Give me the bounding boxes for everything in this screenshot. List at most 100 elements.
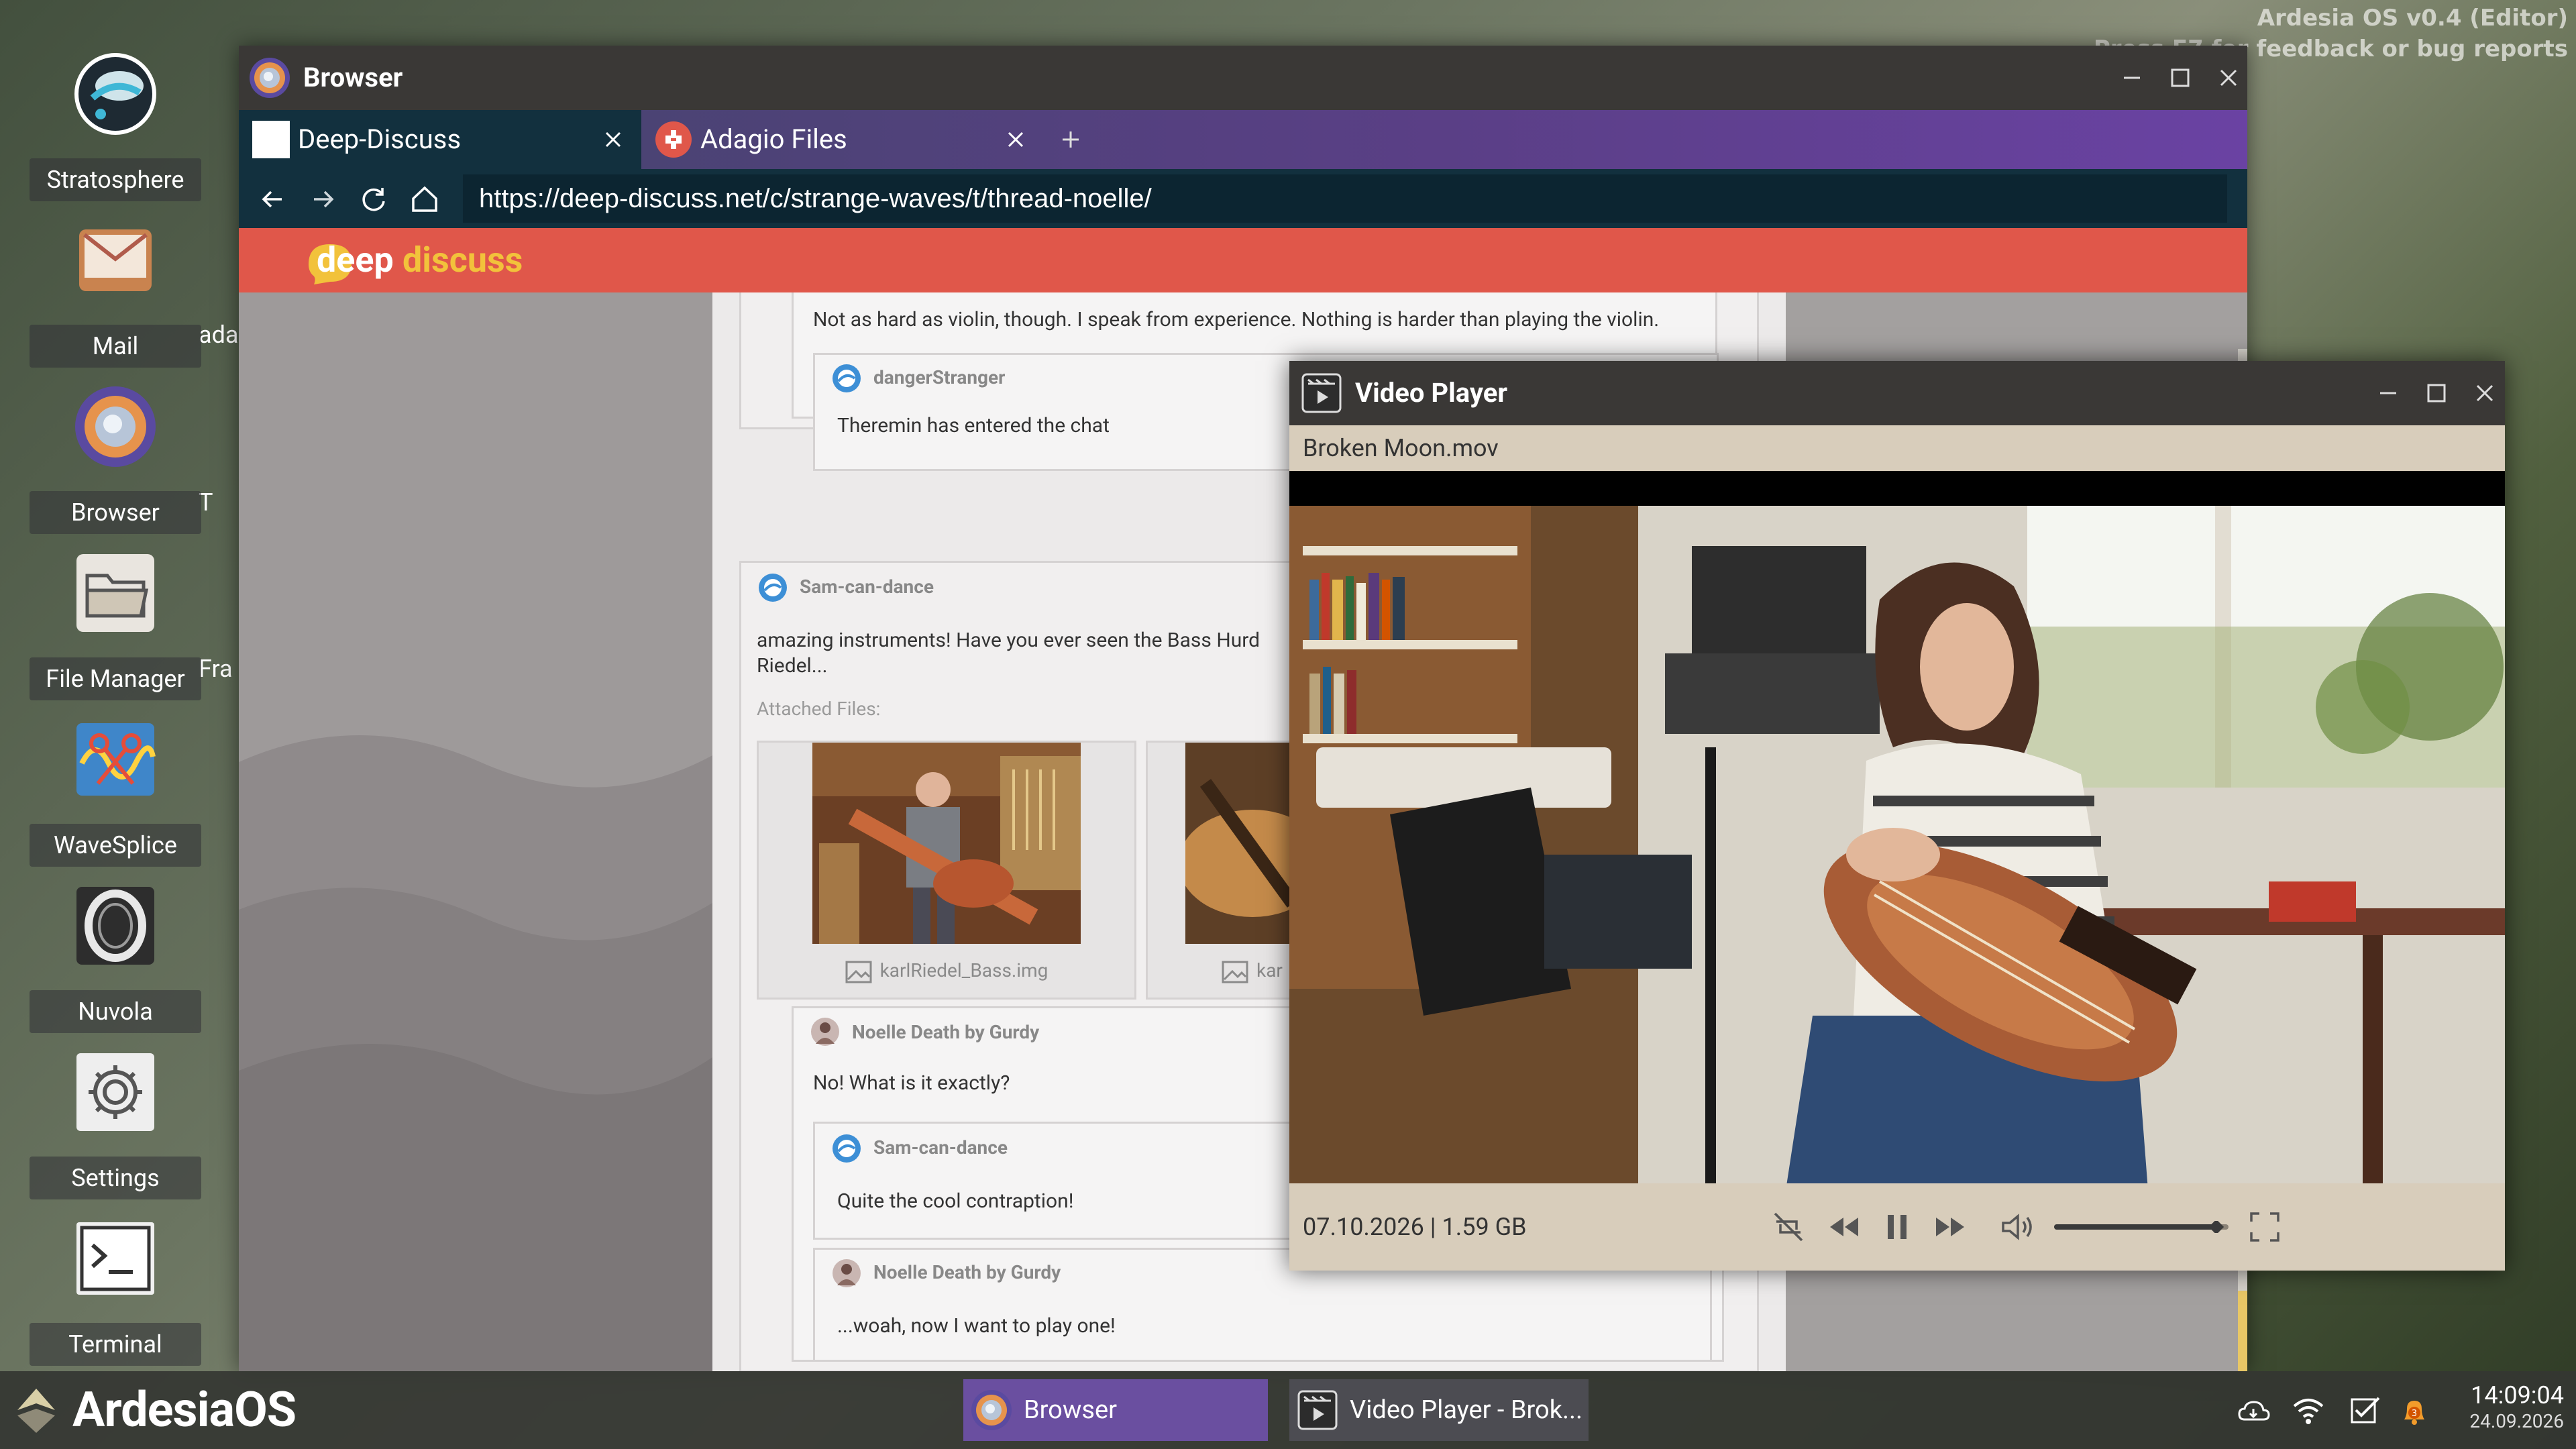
attachment-filename-text: kar	[1256, 959, 1283, 981]
post-text: Riedel...	[757, 654, 828, 678]
taskbar-item-label: Video Player - Brok...	[1350, 1395, 1583, 1425]
wifi-icon[interactable]	[2292, 1394, 2325, 1428]
desktop-label: WaveSplice	[30, 824, 201, 867]
tab-label: Deep-Discuss	[298, 123, 462, 155]
maximize-icon[interactable]	[2420, 377, 2453, 409]
post-author[interactable]: dangerStranger	[873, 366, 1005, 388]
taskbar-item-browser[interactable]: Browser	[963, 1379, 1268, 1441]
scrollbar-thumb[interactable]	[2238, 1291, 2247, 1371]
site-header: deep discuss	[239, 228, 2247, 292]
image-file-icon	[1222, 961, 1248, 983]
video-controls: 07.10.2026 | 1.59 GB	[1289, 1183, 2505, 1271]
attachment-filename-text: karlRiedel_Bass.img	[879, 959, 1049, 981]
stratosphere-icon	[72, 51, 158, 137]
avatar[interactable]	[810, 1017, 840, 1046]
browser-icon	[970, 1389, 1013, 1432]
close-icon[interactable]	[1001, 125, 1030, 154]
browser-icon	[248, 56, 291, 99]
clock-date: 24.09.2026	[2469, 1410, 2564, 1432]
desktop-icon-nuvola[interactable]: Nuvola	[30, 875, 201, 1033]
mail-icon	[72, 217, 158, 303]
new-tab-icon[interactable]	[1055, 123, 1087, 156]
desktop-icon-file-manager[interactable]: File Manager	[30, 542, 201, 700]
avatar[interactable]	[758, 573, 788, 602]
tab-bar: Deep-Discuss Adagio Files	[239, 110, 2247, 169]
taskbar-item-label: Browser	[1024, 1395, 1118, 1425]
terminal-icon	[72, 1216, 158, 1301]
attachment-filename: karlRiedel_Bass.img	[759, 944, 1134, 998]
back-arrow-icon[interactable]	[256, 182, 290, 216]
window-title: Browser	[303, 62, 403, 93]
clock-time: 14:09:04	[2471, 1381, 2564, 1409]
loop-off-icon[interactable]	[1770, 1208, 1807, 1246]
notification-bell-icon[interactable]: 3	[2398, 1394, 2431, 1428]
video-info: 07.10.2026 | 1.59 GB	[1303, 1213, 1527, 1241]
desktop-label: Browser	[30, 491, 201, 534]
url-input[interactable]	[463, 174, 2227, 223]
volume-slider[interactable]	[2054, 1221, 2229, 1233]
nuvola-icon	[72, 883, 158, 969]
gear-icon	[72, 1049, 158, 1135]
page-favicon-icon	[252, 121, 290, 158]
volume-icon[interactable]	[1998, 1208, 2035, 1246]
post-text: amazing instruments! Have you ever seen …	[757, 629, 1260, 652]
minimize-icon[interactable]	[2372, 377, 2404, 409]
close-icon[interactable]	[2469, 377, 2501, 409]
taskbar: ArdesiaOS Browser Video Player - Brok...	[0, 1371, 2576, 1449]
desktop-label: Nuvola	[30, 990, 201, 1033]
video-display[interactable]	[1289, 471, 2505, 1190]
wavesplice-icon	[72, 716, 158, 802]
tab-adagio-files[interactable]: Adagio Files	[641, 110, 1044, 169]
browser-titlebar[interactable]: Browser	[239, 46, 2247, 110]
avatar[interactable]	[832, 364, 861, 393]
watermark-version: Ardesia OS v0.4 (Editor)	[2257, 5, 2568, 32]
home-icon[interactable]	[408, 182, 441, 216]
post-author[interactable]: Sam-can-dance	[800, 576, 934, 598]
fullscreen-icon[interactable]	[2246, 1208, 2284, 1246]
forward-arrow-icon[interactable]	[306, 182, 339, 216]
desktop-icon-browser[interactable]: Browser	[30, 376, 201, 534]
notification-count: 3	[2412, 1409, 2417, 1419]
video-player-icon	[1300, 372, 1343, 415]
cloud-sync-icon[interactable]	[2237, 1394, 2270, 1428]
rewind-icon[interactable]	[1825, 1208, 1862, 1246]
desktop-icon-mail[interactable]: Mail	[30, 209, 201, 368]
close-icon[interactable]	[2212, 62, 2245, 94]
taskbar-item-video-player[interactable]: Video Player - Brok...	[1289, 1379, 1589, 1441]
video-player-titlebar[interactable]: Video Player	[1289, 361, 2505, 425]
minimize-icon[interactable]	[2116, 62, 2148, 94]
fast-forward-icon[interactable]	[1932, 1208, 1970, 1246]
pause-icon[interactable]	[1878, 1208, 1916, 1246]
maximize-icon[interactable]	[2164, 62, 2196, 94]
post-author[interactable]: Noelle Death by Gurdy	[852, 1021, 1039, 1043]
desktop-icon-wavesplice[interactable]: WaveSplice	[30, 708, 201, 867]
browser-icon	[72, 384, 158, 470]
post-text: ...woah, now I want to play one!	[837, 1314, 1116, 1338]
post-text: Not as hard as violin, though. I speak f…	[813, 308, 1660, 331]
avatar[interactable]	[832, 1134, 861, 1163]
close-icon[interactable]	[598, 125, 628, 154]
tab-deep-discuss[interactable]: Deep-Discuss	[239, 110, 641, 169]
desktop-icon-settings[interactable]: Settings	[30, 1041, 201, 1199]
video-player-window: Video Player Broken Moon.mov 07.10.2026 …	[1289, 361, 2505, 1271]
tasks-check-icon[interactable]	[2348, 1394, 2381, 1428]
desktop-label: File Manager	[30, 657, 201, 700]
attachment-card[interactable]: karlRiedel_Bass.img	[757, 741, 1136, 1000]
desktop-label: Stratosphere	[30, 158, 201, 201]
post-author[interactable]: Sam-can-dance	[873, 1136, 1008, 1159]
logo-deep: deep	[317, 239, 394, 280]
ardesia-logo-icon[interactable]	[15, 1386, 58, 1434]
video-player-icon	[1296, 1389, 1339, 1432]
post-author[interactable]: Noelle Death by Gurdy	[873, 1261, 1061, 1283]
folder-icon	[72, 550, 158, 636]
attached-files-label: Attached Files:	[757, 698, 881, 720]
avatar[interactable]	[832, 1258, 861, 1288]
clock[interactable]: 14:09:04 24.09.2026	[2469, 1381, 2564, 1433]
desktop-peek-label: Fra	[199, 655, 233, 683]
desktop-icon-terminal[interactable]: Terminal	[30, 1208, 201, 1366]
tab-label: Adagio Files	[700, 123, 847, 155]
reload-icon[interactable]	[357, 182, 390, 216]
desktop-peek-label: ada	[199, 321, 239, 349]
desktop-icon-stratosphere[interactable]: Stratosphere	[30, 43, 201, 201]
post-text: Quite the cool contraption!	[837, 1189, 1074, 1213]
